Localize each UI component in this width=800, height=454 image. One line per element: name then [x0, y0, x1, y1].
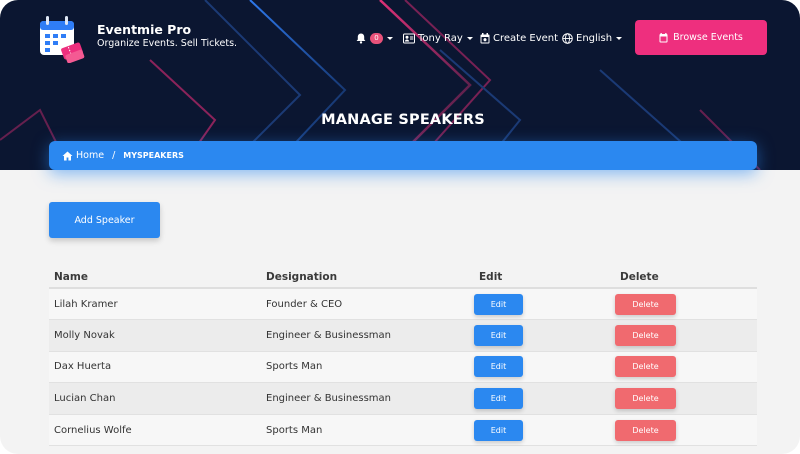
user-menu[interactable]: Tony Ray — [403, 30, 473, 46]
breadcrumb-home-link[interactable]: Home — [76, 150, 104, 161]
brand[interactable]: Eventmie Pro Organize Events. Sell Ticke… — [37, 13, 237, 63]
app-name: Eventmie Pro — [97, 22, 192, 37]
table-row: Molly Novak Engineer & Businessman Edit … — [49, 319, 757, 352]
app-frame: Eventmie Pro Organize Events. Sell Ticke… — [0, 0, 800, 454]
create-event-label: Create Event — [493, 32, 559, 44]
calendar-icon — [480, 32, 490, 43]
page-title: MANAGE SPEAKERS — [321, 112, 485, 128]
breadcrumb: Home / MYSPEAKERS — [49, 141, 757, 170]
delete-button[interactable]: Delete — [615, 324, 676, 346]
browse-events-button[interactable]: Browse Events — [635, 20, 767, 55]
browse-events-label: Browse Events — [673, 32, 743, 43]
column-header-name: Name — [49, 266, 261, 289]
chevron-down-icon — [387, 36, 393, 40]
create-event-link[interactable]: Create Event — [480, 30, 558, 46]
edit-button[interactable]: Edit — [474, 356, 523, 378]
bell-icon — [356, 33, 366, 44]
edit-button[interactable]: Edit — [474, 293, 523, 315]
edit-button[interactable]: Edit — [474, 324, 523, 346]
table-row: Cornelius Wolfe Sports Man Edit Delete — [49, 414, 757, 447]
app-tagline: Organize Events. Sell Tickets. — [97, 38, 238, 49]
speaker-designation: Engineer & Businessman — [261, 319, 474, 352]
delete-button[interactable]: Delete — [615, 419, 676, 441]
speaker-name: Dax Huerta — [49, 351, 261, 384]
speaker-designation: Founder & CEO — [261, 288, 474, 321]
speaker-designation: Engineer & Businessman — [261, 382, 474, 415]
delete-button[interactable]: Delete — [615, 293, 676, 315]
speaker-name: Lilah Kramer — [49, 288, 261, 321]
calendar-ticket-icon — [40, 16, 85, 63]
table-row: Dax Huerta Sports Man Edit Delete — [49, 351, 757, 384]
user-card-icon — [403, 33, 415, 43]
column-header-edit: Edit — [474, 266, 615, 289]
table-header-row: Name Designation Edit Delete — [49, 266, 757, 289]
speakers-table: Name Designation Edit Delete Lilah Krame… — [49, 266, 757, 447]
user-name: Tony Ray — [418, 32, 463, 44]
speaker-designation: Sports Man — [261, 351, 474, 384]
speaker-name: Cornelius Wolfe — [49, 414, 261, 447]
edit-button[interactable]: Edit — [474, 388, 523, 410]
language-menu[interactable]: English — [562, 30, 623, 46]
chevron-down-icon — [616, 36, 623, 40]
notification-count-badge: 0 — [370, 32, 383, 44]
globe-icon — [562, 32, 573, 44]
notifications-menu[interactable]: 0 — [356, 30, 393, 46]
column-header-designation: Designation — [261, 266, 474, 289]
breadcrumb-current: MYSPEAKERS — [123, 151, 184, 160]
chevron-down-icon — [466, 36, 473, 40]
table-row: Lilah Kramer Founder & CEO Edit Delete — [49, 288, 757, 321]
speaker-name: Molly Novak — [49, 319, 261, 352]
speaker-name: Lucian Chan — [49, 382, 261, 415]
edit-button[interactable]: Edit — [474, 419, 523, 441]
table-row: Lucian Chan Engineer & Businessman Edit … — [49, 382, 757, 415]
ticket-icon — [659, 32, 668, 42]
language-label: English — [576, 32, 613, 44]
breadcrumb-separator: / — [112, 150, 116, 161]
delete-button[interactable]: Delete — [615, 356, 676, 378]
add-speaker-button[interactable]: Add Speaker — [49, 202, 160, 238]
delete-button[interactable]: Delete — [615, 388, 676, 410]
home-icon — [62, 151, 73, 160]
column-header-delete: Delete — [615, 266, 757, 289]
speaker-designation: Sports Man — [261, 414, 474, 447]
